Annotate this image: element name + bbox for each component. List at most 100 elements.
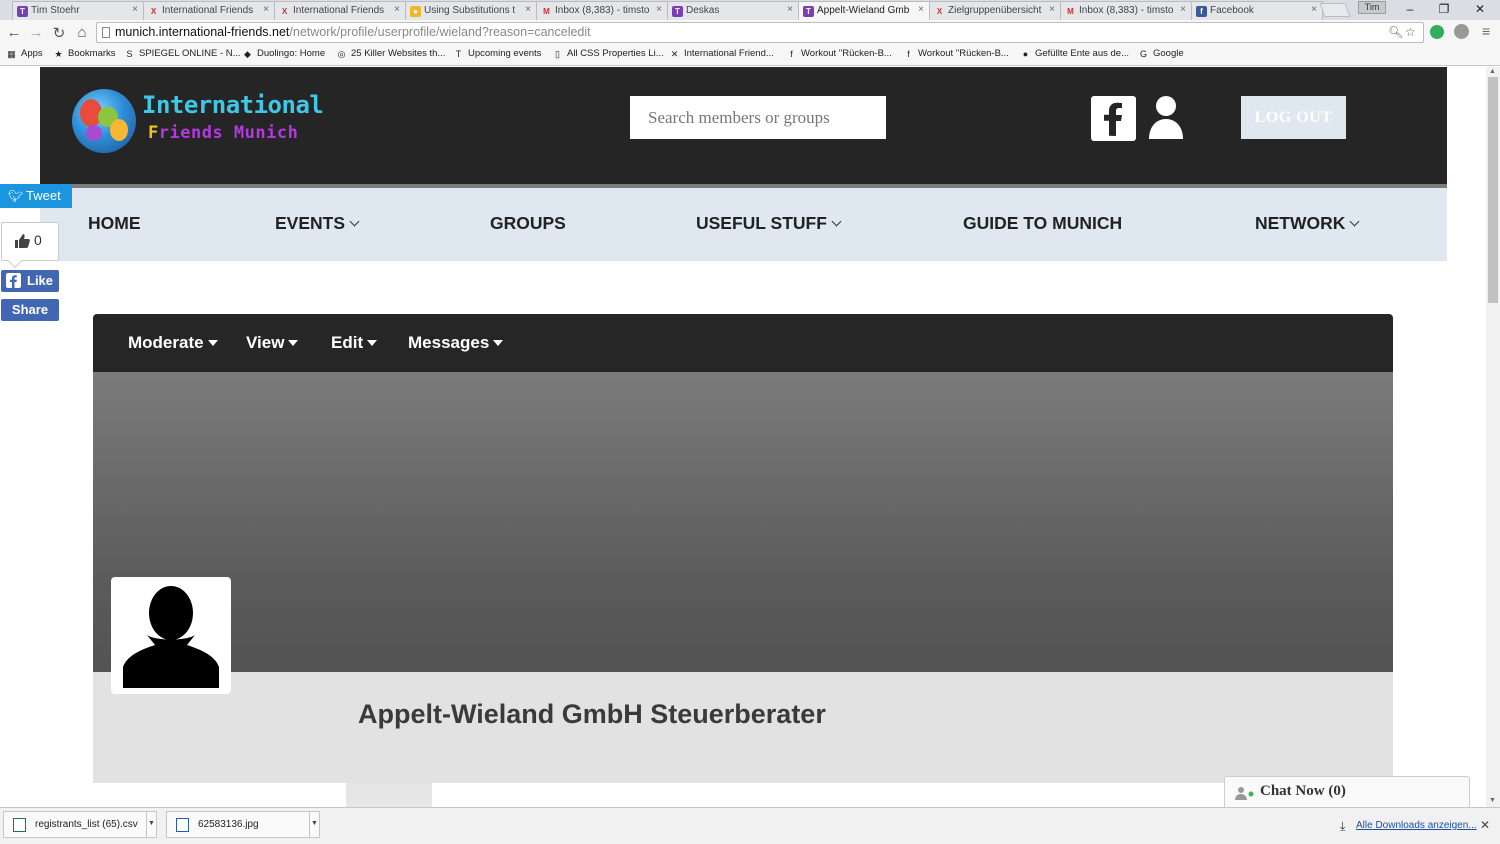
search-input[interactable]: [630, 96, 886, 139]
tab-close-icon[interactable]: ×: [132, 4, 138, 15]
chevron-down-icon: [831, 216, 842, 227]
chat-now-label: Chat Now (0): [1260, 783, 1346, 799]
bookmark-star-icon[interactable]: ☆: [1405, 25, 1416, 39]
tab-close-icon[interactable]: ×: [1049, 4, 1055, 15]
main-navigation: HOME EVENTS GROUPS USEFUL STUFF GUIDE TO…: [40, 188, 1447, 261]
facebook-share-button[interactable]: Share: [1, 299, 59, 321]
bookmark-label: SPIEGEL ONLINE - N...: [139, 48, 241, 59]
restore-icon[interactable]: ❐: [1434, 2, 1454, 16]
bookmark-item[interactable]: f Workout "Rücken-B...: [786, 48, 892, 59]
logo-globe-icon[interactable]: [72, 89, 136, 153]
nav-network[interactable]: NETWORK: [1255, 213, 1360, 234]
logo-subtitle[interactable]: Friends Munich: [148, 123, 298, 143]
bookmark-label: Workout "Rücken-B...: [918, 48, 1009, 59]
page-scrollbar[interactable]: ▲ ▼: [1486, 67, 1500, 807]
logo-subtitle-rest: riends Munich: [158, 123, 299, 143]
reload-icon[interactable]: ↻: [50, 24, 68, 42]
tab-close-icon[interactable]: ×: [918, 4, 924, 15]
minimize-icon[interactable]: –: [1400, 2, 1420, 16]
new-tab-button[interactable]: [1319, 3, 1351, 17]
bookmark-item[interactable]: ▦ Apps: [6, 48, 42, 59]
page-icon: [102, 27, 110, 38]
spiegel-icon: S: [126, 49, 133, 59]
facebook-f-icon: [6, 273, 21, 288]
grammarly-icon[interactable]: [1430, 25, 1444, 39]
bookmark-item[interactable]: ◎ 25 Killer Websites th...: [336, 48, 446, 59]
like-count-box[interactable]: 0: [1, 222, 59, 261]
bookmark-item[interactable]: G Google: [1138, 48, 1184, 59]
bookmark-item[interactable]: f Workout "Rücken-B...: [903, 48, 1009, 59]
url-path: /network/profile/userprofile/wieland?rea…: [289, 25, 591, 39]
nav-guide-to-munich[interactable]: GUIDE TO MUNICH: [963, 213, 1122, 234]
url-field[interactable]: munich.international-friends.net/network…: [96, 22, 1424, 43]
browser-tab[interactable]: ● Using Substitutions t ×: [405, 1, 537, 20]
nav-events[interactable]: EVENTS: [275, 213, 360, 234]
moderate-menu[interactable]: Moderate: [128, 333, 218, 353]
browser-tab[interactable]: f Facebook ×: [1191, 1, 1323, 20]
messages-menu[interactable]: Messages: [408, 333, 504, 353]
bookmark-label: Gefüllte Ente aus de...: [1035, 48, 1130, 59]
nav-groups[interactable]: GROUPS: [490, 213, 566, 234]
close-download-shelf-icon[interactable]: ✕: [1480, 818, 1490, 832]
profile-avatar[interactable]: [111, 577, 231, 694]
chevron-down-icon[interactable]: ▼: [146, 812, 156, 837]
browser-tab[interactable]: T Tim Stoehr ×: [12, 1, 144, 20]
adblock-icon[interactable]: [1454, 24, 1469, 39]
browser-tab[interactable]: T Appelt-Wieland Gmb ×: [798, 1, 930, 20]
tab-close-icon[interactable]: ×: [787, 4, 793, 15]
facebook-like-button[interactable]: Like: [1, 270, 59, 292]
nav-home[interactable]: HOME: [88, 213, 141, 234]
tab-favicon-icon: T: [672, 6, 683, 17]
download-item-jpg[interactable]: 62583136.jpg ▼: [166, 811, 320, 838]
chat-users-icon: [1235, 787, 1254, 800]
bookmark-item[interactable]: S SPIEGEL ONLINE - N...: [124, 48, 241, 59]
browser-user-button[interactable]: Tim: [1358, 1, 1386, 14]
scroll-up-icon[interactable]: ▲: [1489, 68, 1496, 75]
bookmark-label: Upcoming events: [468, 48, 542, 59]
tweet-button[interactable]: 🐦︎ Tweet: [0, 184, 72, 208]
tab-close-icon[interactable]: ×: [525, 4, 531, 15]
nav-network-label: NETWORK: [1255, 213, 1346, 233]
tab-favicon-icon: T: [803, 6, 814, 17]
edit-menu[interactable]: Edit: [331, 333, 378, 353]
scrollbar-thumb[interactable]: [1488, 77, 1498, 303]
nav-useful-stuff[interactable]: USEFUL STUFF: [696, 213, 842, 234]
user-profile-icon[interactable]: [1147, 95, 1185, 141]
tab-close-icon[interactable]: ×: [263, 4, 269, 15]
bookmark-item[interactable]: ▯ All CSS Properties Li...: [552, 48, 664, 59]
chat-now-button[interactable]: Chat Now (0): [1224, 776, 1470, 807]
bookmark-item[interactable]: ● Gefüllte Ente aus de...: [1020, 48, 1129, 59]
tab-title: Using Substitutions t: [424, 5, 516, 16]
caret-down-icon: [493, 340, 504, 346]
browser-tab[interactable]: M Inbox (8,383) - timsto ×: [536, 1, 668, 20]
close-window-icon[interactable]: ✕: [1470, 2, 1490, 16]
bookmark-item[interactable]: T Upcoming events: [453, 48, 542, 59]
tab-close-icon[interactable]: ×: [1311, 4, 1317, 15]
facebook-icon[interactable]: [1091, 96, 1136, 141]
chevron-down-icon[interactable]: ▼: [309, 812, 319, 837]
back-icon[interactable]: ←: [5, 24, 23, 41]
bookmark-label: All CSS Properties Li...: [567, 48, 664, 59]
bookmark-item[interactable]: ★ Bookmarks: [53, 48, 115, 59]
tab-close-icon[interactable]: ×: [1180, 4, 1186, 15]
scroll-down-icon[interactable]: ▼: [1489, 797, 1496, 804]
browser-tab[interactable]: M Inbox (8,383) - timsto ×: [1060, 1, 1192, 20]
zoom-icon[interactable]: 🔍︎: [1388, 25, 1403, 39]
browser-tab[interactable]: X Zielgruppenübersicht ×: [929, 1, 1061, 20]
home-icon[interactable]: ⌂: [73, 24, 91, 41]
view-menu[interactable]: View: [246, 333, 299, 353]
browser-tab[interactable]: X International Friends ×: [143, 1, 275, 20]
logout-button[interactable]: LOG OUT: [1241, 96, 1346, 139]
logo-title[interactable]: International: [142, 91, 324, 119]
menu-icon[interactable]: ≡: [1482, 23, 1490, 39]
profile-tab-active[interactable]: [346, 783, 432, 807]
bookmark-item[interactable]: ✕ International Friend...: [669, 48, 774, 59]
browser-tab[interactable]: X International Friends ×: [274, 1, 406, 20]
download-item-csv[interactable]: registrants_list (65).csv ▼: [3, 811, 157, 838]
show-all-downloads-link[interactable]: ⤓ Alle Downloads anzeigen...: [1340, 819, 1477, 833]
bookmark-item[interactable]: ◆ Duolingo: Home: [242, 48, 325, 59]
tab-close-icon[interactable]: ×: [656, 4, 662, 15]
browser-tab[interactable]: T Deskas ×: [667, 1, 799, 20]
tab-close-icon[interactable]: ×: [394, 4, 400, 15]
forward-icon[interactable]: →: [27, 24, 45, 41]
